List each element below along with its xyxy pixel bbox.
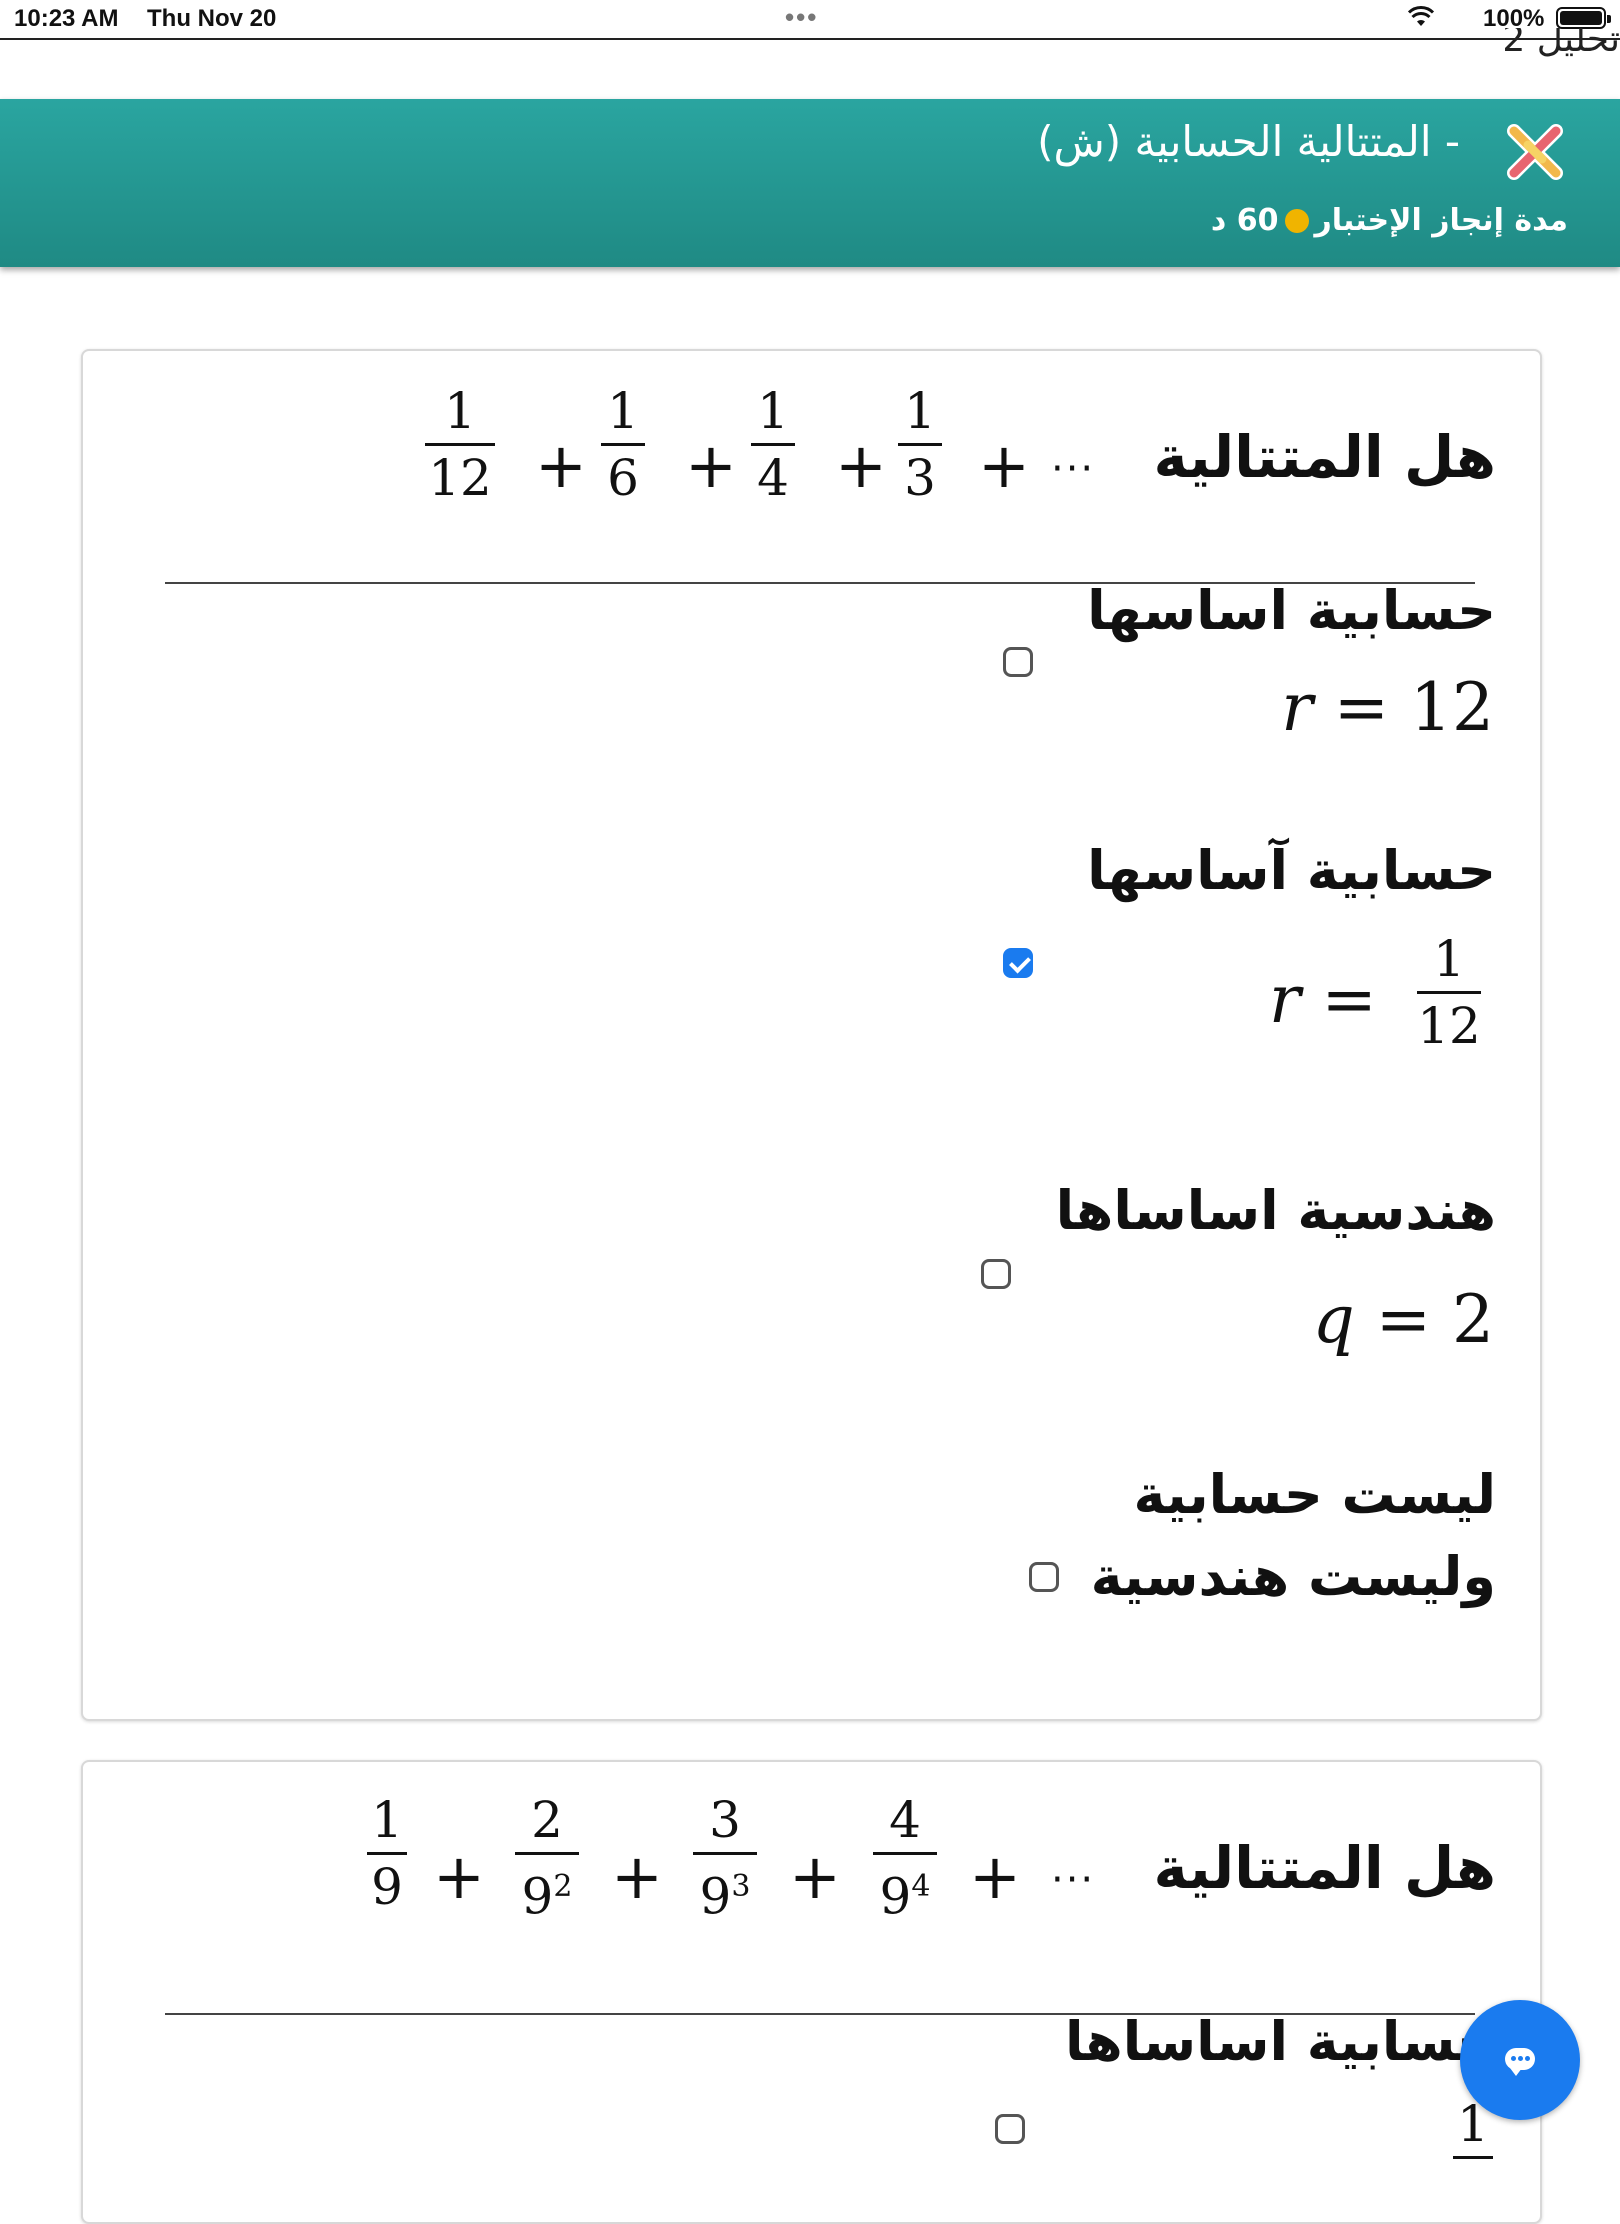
- chat-button[interactable]: [1460, 2000, 1580, 2120]
- option-label: حسابية آساسها: [1087, 839, 1496, 902]
- option-equation: r =: [1269, 961, 1377, 1038]
- series-term: 4 94: [873, 1792, 937, 1925]
- top-cut-label: تحليل 2: [1502, 28, 1620, 60]
- series-term: 2 92: [515, 1792, 579, 1925]
- option-checkbox[interactable]: [981, 1259, 1011, 1289]
- wifi-icon: [1408, 6, 1434, 26]
- series-term: 1 12: [425, 383, 495, 506]
- option-label-line2: وليست هندسية: [1090, 1545, 1496, 1608]
- quiz-header: - المتتالية الحسابية (ش) مدة إنجاز الإخت…: [0, 99, 1620, 267]
- question-prompt: هل المتتالية: [1153, 1834, 1496, 1902]
- series-term: 13: [898, 383, 942, 506]
- series-term: 3 93: [693, 1792, 757, 1925]
- plus-sign: +: [969, 1840, 1021, 1913]
- plus-sign: +: [433, 1840, 485, 1913]
- plus-sign: +: [611, 1840, 663, 1913]
- ellipsis: ···: [1051, 446, 1096, 492]
- option-checkbox-checked[interactable]: [1003, 948, 1033, 978]
- option-fraction: 1 12: [1417, 930, 1481, 1055]
- option-label: حسابية اساساها: [1065, 2010, 1496, 2073]
- chat-bubble-icon: [1505, 2048, 1535, 2076]
- plus-sign: +: [789, 1840, 841, 1913]
- divider: [0, 38, 1620, 40]
- crossed-pencils-icon: [1507, 124, 1563, 180]
- option-equation: q = 2: [1312, 1281, 1494, 1358]
- plus-sign: +: [685, 429, 737, 502]
- option-label: هندسية اساساها: [1055, 1179, 1496, 1242]
- series-term: 14: [751, 383, 795, 506]
- battery-icon: [1556, 7, 1611, 29]
- status-date: Thu Nov 20: [147, 5, 277, 32]
- status-bar: 10:23 AM Thu Nov 20 ••• 100%: [0, 0, 1620, 38]
- series-term: 16: [601, 383, 645, 506]
- plus-sign: +: [835, 429, 887, 502]
- series-term: 19: [367, 1792, 407, 1915]
- duration-value: 60 د: [1210, 203, 1279, 238]
- option-checkbox[interactable]: [1003, 647, 1033, 677]
- question-card: هل المتتالية 1 12 + 16 + 14 + 13 + ··· حس…: [81, 349, 1542, 1721]
- plus-sign: +: [535, 429, 587, 502]
- option-equation: r = 12: [1281, 669, 1494, 746]
- option-label: حسابية اساسها: [1087, 579, 1496, 642]
- option-checkbox[interactable]: [995, 2114, 1025, 2144]
- multitask-dots[interactable]: •••: [785, 2, 818, 33]
- status-time: 10:23 AM: [14, 5, 119, 32]
- option-checkbox[interactable]: [1029, 1562, 1059, 1592]
- option-label-line1: ليست حسابية: [1133, 1463, 1496, 1526]
- ellipsis: ···: [1051, 1857, 1096, 1903]
- question-prompt: هل المتتالية: [1153, 423, 1496, 491]
- question-card: هل المتتالية 19 + 2 92 + 3 93 + 4 94 + ··· …: [81, 1760, 1542, 2224]
- plus-sign: +: [978, 429, 1030, 502]
- quiz-title: - المتتالية الحسابية (ش): [1037, 117, 1460, 166]
- quiz-duration: مدة إنجاز الإختبار 60 د: [1211, 203, 1568, 238]
- duration-label: مدة إنجاز الإختبار: [1314, 203, 1568, 238]
- duration-dot-icon: [1284, 208, 1309, 233]
